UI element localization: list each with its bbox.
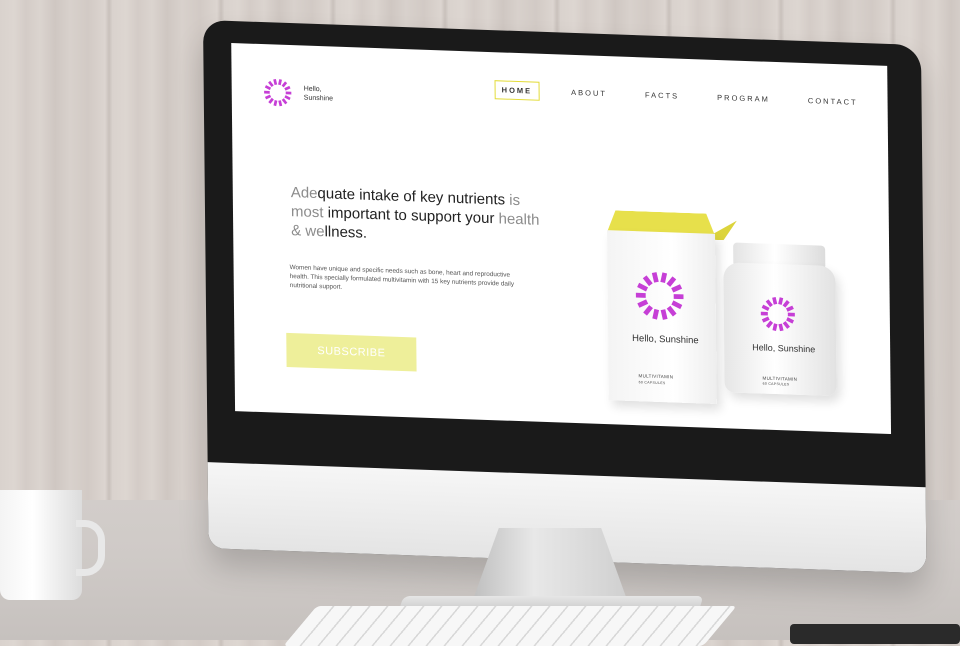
- subscribe-button[interactable]: SUBSCRIBE: [286, 333, 416, 372]
- nav-facts[interactable]: FACTS: [639, 86, 685, 105]
- brand-logo[interactable]: Hello, Sunshine: [262, 76, 344, 111]
- coffee-mug: [0, 490, 82, 600]
- nav-home[interactable]: HOME: [495, 80, 540, 101]
- nav-program[interactable]: PROGRAM: [711, 89, 776, 108]
- box-product-name: Hello, Sunshine: [632, 333, 702, 347]
- phone: [790, 624, 960, 644]
- sunburst-ring-icon: [758, 293, 798, 334]
- keyboard: [283, 606, 737, 646]
- bottle-product-name: Hello, Sunshine: [752, 341, 822, 355]
- nav-contact[interactable]: CONTACT: [802, 92, 864, 111]
- sunburst-ring-icon: [262, 76, 294, 109]
- mug-handle: [76, 520, 105, 576]
- top-navigation: HOME ABOUT FACTS PROGRAM CONTACT: [495, 80, 864, 112]
- hero-description: Women have unique and specific needs suc…: [290, 263, 530, 298]
- website-screen: Hello, Sunshine HOME ABOUT FACTS PROGRAM…: [231, 43, 891, 434]
- monitor: Hello, Sunshine HOME ABOUT FACTS PROGRAM…: [203, 20, 926, 573]
- sunburst-ring-icon: [631, 267, 688, 325]
- brand-name: Hello, Sunshine: [304, 85, 344, 104]
- hero-headline: Adequate intake of key nutrients is most…: [291, 183, 552, 249]
- nav-about[interactable]: ABOUT: [565, 84, 613, 103]
